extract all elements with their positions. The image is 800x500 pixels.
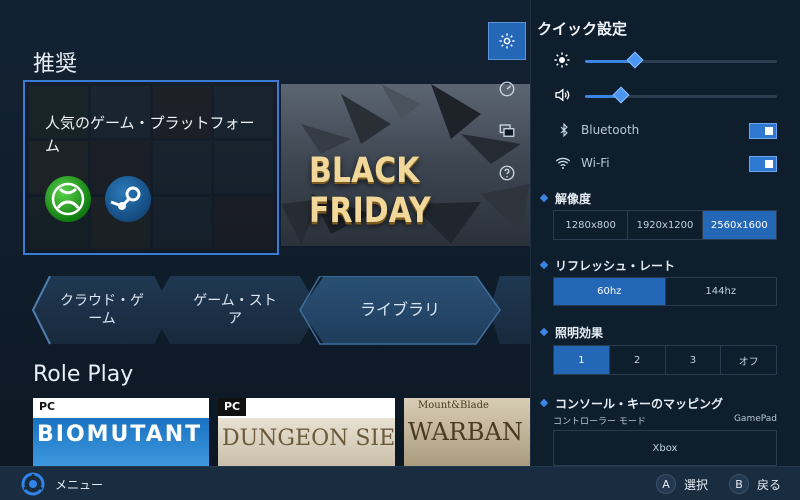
slider-handle[interactable]: [612, 86, 630, 104]
tab-game-store[interactable]: ゲーム・ストア: [150, 276, 320, 344]
settings-icon[interactable]: [488, 22, 526, 60]
windows-icon[interactable]: [488, 112, 526, 150]
controller-mode-label: コントローラー モード: [553, 417, 646, 427]
controller-mode-row: コントローラー モード GamePad: [553, 414, 777, 428]
tab-library[interactable]: ライブラリ: [300, 276, 500, 344]
game-subtitle: Mount&Blade: [418, 400, 489, 411]
back-hint[interactable]: 戻る: [757, 476, 781, 493]
section-title-recommend: 推奨: [33, 52, 78, 77]
controller-mode-value: GamePad: [733, 414, 777, 424]
brightness-icon: [554, 52, 570, 68]
game-title: WARBAN: [408, 418, 523, 446]
quick-settings-rail: [486, 22, 528, 198]
resolution-option-selected[interactable]: 2560x1600: [702, 211, 776, 239]
help-icon[interactable]: [488, 154, 526, 192]
wifi-icon: [555, 157, 571, 169]
bluetooth-icon: [560, 122, 568, 138]
lighting-option[interactable]: オフ: [721, 346, 776, 374]
key-mapping-label: コンソール・キーのマッピング: [541, 395, 723, 412]
slider-handle[interactable]: [626, 51, 644, 69]
refresh-option-selected[interactable]: 60hz: [554, 278, 666, 305]
volume-slider[interactable]: [553, 85, 777, 107]
game-card-dungeon-siege[interactable]: PC DUNGEON SIEGE III: [218, 398, 395, 466]
panel-title: クイック設定: [537, 20, 628, 38]
main-content: 推奨 人気のゲーム・プラットフォーム BLACK FRIDAY クラウド・ゲーム…: [0, 0, 530, 466]
category-nav: クラウド・ゲーム ゲーム・ストア ライブラリ: [0, 276, 530, 346]
refresh-option[interactable]: 144hz: [665, 278, 776, 305]
menu-label[interactable]: メニュー: [55, 476, 103, 493]
lighting-option-selected[interactable]: 1: [554, 346, 610, 374]
featured-card-title: 人気のゲーム・プラットフォーム: [45, 114, 255, 156]
lighting-option[interactable]: 2: [609, 346, 666, 374]
lighting-label: 照明効果: [541, 324, 603, 341]
volume-icon: [555, 88, 570, 102]
refresh-rate-label: リフレッシュ・レート: [541, 257, 675, 274]
wifi-row: Wi-Fi: [553, 154, 777, 174]
lighting-selector: 1 2 3 オフ: [553, 345, 777, 375]
bluetooth-row: Bluetooth: [553, 121, 777, 141]
speed-icon[interactable]: [488, 70, 526, 108]
featured-card-platforms[interactable]: 人気のゲーム・プラットフォーム: [23, 80, 279, 255]
xbox-logo-icon: [45, 176, 91, 222]
resolution-label: 解像度: [541, 190, 591, 207]
quick-settings-panel: クイック設定 Bluetooth Wi-Fi 解像度 1280x800 1920…: [530, 0, 800, 466]
section-title-roleplay: Role Play: [33, 362, 134, 387]
a-button-icon: A: [656, 474, 676, 494]
refresh-rate-selector: 60hz 144hz: [553, 277, 777, 306]
footer-bar: メニュー A 選択 B 戻る: [0, 466, 800, 500]
game-card-warband[interactable]: Mount&Blade WARBAN: [404, 398, 530, 466]
wifi-label: Wi-Fi: [581, 156, 610, 170]
brightness-slider[interactable]: [553, 50, 777, 72]
resolution-option[interactable]: 1920x1200: [628, 211, 703, 239]
game-title: DUNGEON SIEGE III: [222, 426, 395, 451]
wifi-toggle[interactable]: [749, 156, 777, 172]
menu-logo-icon[interactable]: [21, 472, 45, 496]
b-button-icon: B: [729, 474, 749, 494]
resolution-selector: 1280x800 1920x1200 2560x1600: [553, 210, 777, 240]
select-hint[interactable]: 選択: [684, 476, 708, 493]
resolution-option[interactable]: 1280x800: [554, 211, 629, 239]
game-title: BIOMUTANT: [37, 422, 203, 447]
platform-badge: PC: [218, 398, 247, 416]
bluetooth-toggle[interactable]: [749, 123, 777, 139]
game-card-biomutant[interactable]: PC BIOMUTANT: [33, 398, 209, 466]
platform-badge: PC: [33, 398, 62, 416]
controller-mapping-select[interactable]: Xbox: [553, 430, 777, 466]
lighting-option[interactable]: 3: [665, 346, 722, 374]
steam-logo-icon: [105, 176, 151, 222]
bluetooth-label: Bluetooth: [581, 123, 640, 137]
